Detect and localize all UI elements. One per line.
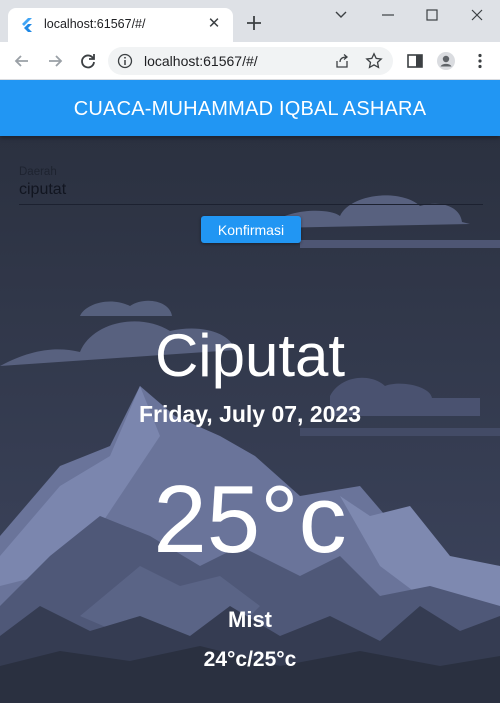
tab-search-chevron-icon[interactable] [330, 6, 352, 24]
region-label: Daerah [19, 166, 57, 178]
confirm-button[interactable]: Konfirmasi [201, 216, 301, 243]
window-close-icon[interactable] [466, 6, 488, 24]
app-bar: CUACA-MUHAMMAD IQBAL ASHARA [0, 80, 500, 136]
new-tab-icon[interactable] [244, 13, 264, 33]
temperature-range: 24°c/25°c [203, 648, 297, 671]
flutter-icon [22, 18, 32, 32]
region-field[interactable]: Daerah [19, 164, 483, 206]
browser-tab[interactable]: localhost:61567/#/ ✕ [8, 8, 233, 42]
tab-title: localhost:61567/#/ [44, 17, 146, 31]
region-underline [19, 204, 483, 205]
reload-icon[interactable] [78, 51, 98, 71]
forward-icon[interactable] [45, 51, 65, 71]
bookmark-star-icon[interactable] [365, 52, 383, 70]
menu-kebab-icon[interactable] [470, 51, 490, 71]
minimize-icon[interactable] [377, 6, 399, 24]
region-input[interactable] [19, 178, 483, 202]
weather-app: CUACA-MUHAMMAD IQBAL ASHARA Daerah ciput… [0, 80, 500, 703]
maximize-icon[interactable] [421, 6, 443, 24]
city-name: Ciputat [154, 322, 346, 389]
date-text: Friday, July 07, 2023 [138, 401, 362, 427]
browser-titlebar: localhost:61567/#/ ✕ [0, 0, 500, 42]
address-bar[interactable]: localhost:61567/#/ [108, 47, 393, 75]
url-text[interactable]: localhost:61567/#/ [144, 53, 258, 69]
weather-condition: Mist [228, 607, 272, 632]
side-panel-icon[interactable] [405, 51, 425, 71]
close-tab-icon[interactable]: ✕ [205, 15, 223, 33]
back-icon[interactable] [12, 51, 32, 71]
info-icon[interactable] [117, 53, 133, 69]
share-icon[interactable] [334, 53, 350, 69]
browser-toolbar: localhost:61567/#/ [0, 42, 500, 80]
profile-avatar-icon[interactable] [436, 51, 456, 71]
temperature: 25°c [153, 466, 347, 573]
app-title: CUACA-MUHAMMAD IQBAL ASHARA [73, 98, 427, 120]
